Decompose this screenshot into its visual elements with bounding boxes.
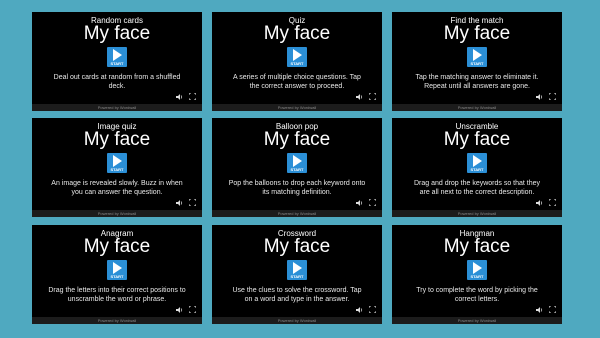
card-footer: Powered by Wordwall [32, 317, 202, 324]
play-icon [293, 155, 302, 167]
play-icon [113, 262, 122, 274]
activity-card[interactable]: Balloon pop My face START Pop the balloo… [212, 118, 382, 217]
play-icon [113, 155, 122, 167]
activity-card[interactable]: Hangman My face START Try to complete th… [392, 225, 562, 324]
fullscreen-icon[interactable] [189, 93, 196, 100]
speaker-icon[interactable] [356, 307, 364, 313]
play-icon [293, 262, 302, 274]
fullscreen-icon[interactable] [369, 199, 376, 206]
start-label: START [290, 167, 304, 172]
card-footer: Powered by Wordwall [392, 210, 562, 217]
speaker-icon[interactable] [176, 94, 184, 100]
speaker-icon[interactable] [356, 94, 364, 100]
fullscreen-icon[interactable] [549, 93, 556, 100]
card-description: Drag and drop the keywords so that they … [413, 180, 541, 196]
card-footer: Powered by Wordwall [392, 104, 562, 111]
speaker-icon[interactable] [536, 94, 544, 100]
speaker-icon[interactable] [536, 200, 544, 206]
fullscreen-icon[interactable] [549, 199, 556, 206]
speaker-icon[interactable] [176, 307, 184, 313]
card-description: An image is revealed slowly. Buzz in whe… [51, 180, 183, 196]
card-title: My face [443, 23, 511, 44]
activity-card[interactable]: Image quiz My face START An image is rev… [32, 118, 202, 217]
start-label: START [470, 167, 484, 172]
card-description: Use the clues to solve the crossword. Ta… [232, 287, 362, 303]
fullscreen-icon[interactable] [369, 93, 376, 100]
start-label: START [470, 274, 484, 279]
fullscreen-icon[interactable] [549, 306, 556, 313]
card-footer: Powered by Wordwall [212, 317, 382, 324]
start-button[interactable]: START [107, 47, 127, 67]
start-button[interactable]: START [467, 47, 487, 67]
card-title: My face [83, 129, 151, 150]
card-footer: Powered by Wordwall [32, 104, 202, 111]
play-icon [473, 262, 482, 274]
start-label: START [110, 167, 124, 172]
start-label: START [110, 274, 124, 279]
activity-card[interactable]: Find the match My face START Tap the mat… [392, 12, 562, 111]
card-description: A series of multiple choice questions. T… [233, 74, 361, 90]
card-description: Drag the letters into their correct posi… [48, 287, 186, 303]
start-button[interactable]: START [287, 260, 307, 280]
card-description: Tap the matching answer to eliminate it.… [415, 74, 539, 90]
start-label: START [290, 274, 304, 279]
activity-card[interactable]: Anagram My face START Drag the letters i… [32, 225, 202, 324]
card-title: My face [83, 23, 151, 44]
speaker-icon[interactable] [536, 307, 544, 313]
card-description: Deal out cards at random from a shuffled… [53, 74, 181, 90]
speaker-icon[interactable] [356, 200, 364, 206]
fullscreen-icon[interactable] [369, 306, 376, 313]
card-title: My face [263, 23, 331, 44]
card-description: Pop the balloons to drop each keyword on… [228, 180, 366, 196]
activity-card[interactable]: Random cards My face START Deal out card… [32, 12, 202, 111]
activity-card[interactable]: Unscramble My face START Drag and drop t… [392, 118, 562, 217]
card-description: Try to complete the word by picking the … [416, 287, 538, 303]
play-icon [293, 49, 302, 61]
start-label: START [290, 61, 304, 66]
fullscreen-icon[interactable] [189, 306, 196, 313]
start-button[interactable]: START [287, 153, 307, 173]
start-label: START [470, 61, 484, 66]
card-footer: Powered by Wordwall [392, 317, 562, 324]
card-title: My face [263, 236, 331, 257]
start-button[interactable]: START [467, 153, 487, 173]
card-title: My face [263, 129, 331, 150]
card-footer: Powered by Wordwall [212, 210, 382, 217]
card-footer: Powered by Wordwall [32, 210, 202, 217]
card-title: My face [443, 236, 511, 257]
activity-card[interactable]: Crossword My face START Use the clues to… [212, 225, 382, 324]
start-button[interactable]: START [287, 47, 307, 67]
start-button[interactable]: START [107, 260, 127, 280]
card-footer: Powered by Wordwall [212, 104, 382, 111]
play-icon [473, 155, 482, 167]
speaker-icon[interactable] [176, 200, 184, 206]
start-label: START [110, 61, 124, 66]
card-title: My face [443, 129, 511, 150]
play-icon [113, 49, 122, 61]
start-button[interactable]: START [467, 260, 487, 280]
card-title: My face [83, 236, 151, 257]
activity-card[interactable]: Quiz My face START A series of multiple … [212, 12, 382, 111]
start-button[interactable]: START [107, 153, 127, 173]
play-icon [473, 49, 482, 61]
fullscreen-icon[interactable] [189, 199, 196, 206]
